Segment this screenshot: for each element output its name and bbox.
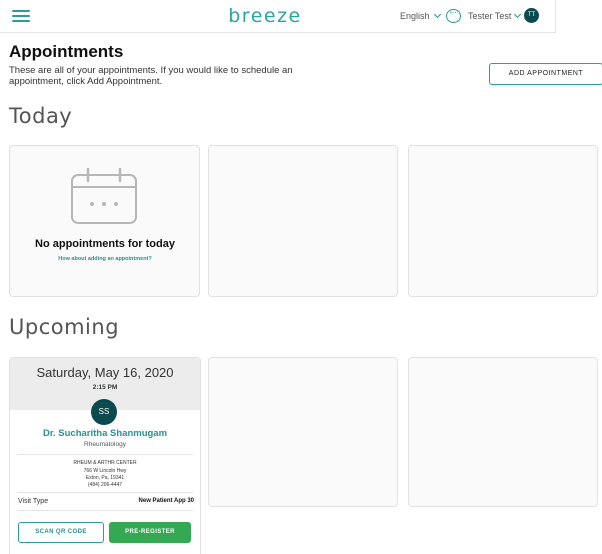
- language-label: English: [400, 11, 430, 21]
- location-address-line2: Exton, Pa, 19341: [85, 475, 125, 481]
- appointment-time: 2:15 PM: [92, 384, 118, 391]
- user-menu[interactable]: Tester Test: [468, 10, 522, 21]
- divider: [17, 492, 193, 493]
- divider: [17, 510, 193, 511]
- scan-qr-code-button[interactable]: SCAN QR CODE: [18, 522, 104, 543]
- upcoming-heading: Upcoming: [9, 315, 120, 339]
- today-placeholder-card: [408, 145, 598, 297]
- user-avatar[interactable]: TT: [524, 8, 539, 23]
- add-appointment-button[interactable]: ADD APPOINTMENT: [489, 63, 602, 85]
- appointment-date: Saturday, May 16, 2020: [36, 365, 174, 380]
- visit-type-label: Visit Type: [18, 498, 49, 505]
- visit-type-value: New Patient App 30: [138, 498, 194, 504]
- upcoming-placeholder-card: [208, 357, 398, 507]
- upcoming-placeholder-card: [408, 357, 598, 507]
- pre-register-button[interactable]: PRE-REGISTER: [109, 522, 191, 543]
- chat-bubble-icon[interactable]: [446, 7, 461, 23]
- page-title: Appointments: [9, 42, 124, 61]
- chevron-down-icon: [514, 10, 522, 19]
- doctor-avatar: SS: [91, 399, 117, 425]
- location-address-line1: 766 W Lincoln Hwy: [83, 468, 127, 474]
- page-description: These are all of your appointments. If y…: [9, 65, 293, 87]
- location-name: RHEUM & ARTHR CENTER: [73, 460, 137, 466]
- chevron-down-icon: [433, 10, 441, 19]
- add-appointment-link[interactable]: How about adding an appointment?: [10, 256, 200, 262]
- doctor-name[interactable]: Dr. Sucharitha Shanmugam: [10, 428, 200, 439]
- today-placeholder-card: [208, 145, 398, 297]
- user-name: Tester Test: [468, 11, 512, 21]
- location-phone[interactable]: (484) 206-4447: [10, 482, 200, 488]
- empty-state-title: No appointments for today: [35, 238, 175, 250]
- today-empty-card: No appointments for today How about addi…: [9, 145, 200, 297]
- today-heading: Today: [9, 104, 73, 128]
- language-selector[interactable]: English: [400, 10, 441, 21]
- divider: [17, 454, 193, 455]
- top-navigation-bar: breeze English Tester Test TT: [0, 0, 556, 33]
- appointment-card: Saturday, May 16, 2020 2:15 PM SS Dr. Su…: [9, 357, 201, 554]
- calendar-icon: [71, 167, 137, 224]
- doctor-specialty: Rheumatology: [84, 441, 126, 448]
